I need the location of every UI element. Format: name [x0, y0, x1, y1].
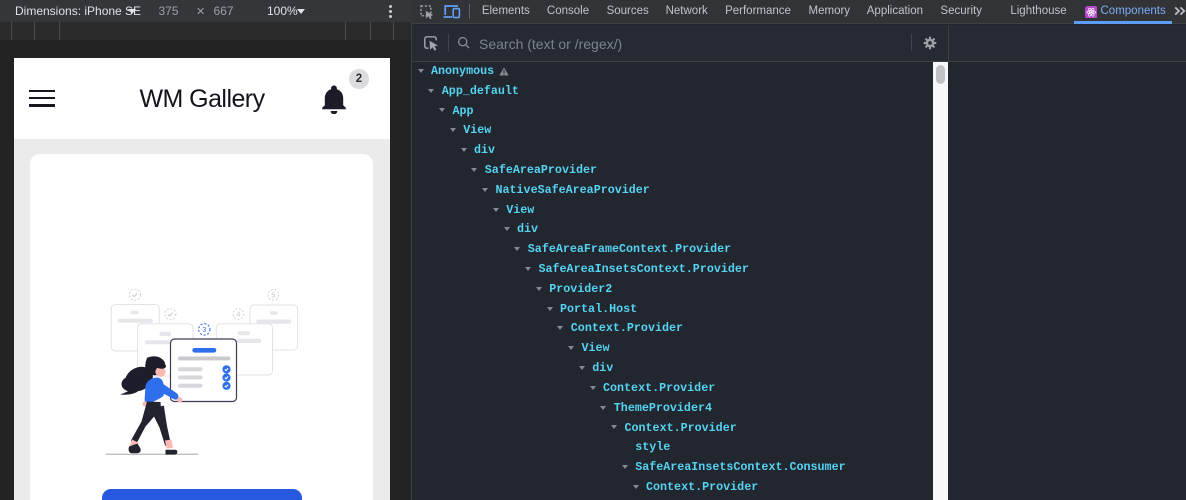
- svg-text:3: 3: [202, 327, 206, 334]
- svg-text:4: 4: [236, 312, 240, 319]
- svg-text:5: 5: [271, 292, 275, 299]
